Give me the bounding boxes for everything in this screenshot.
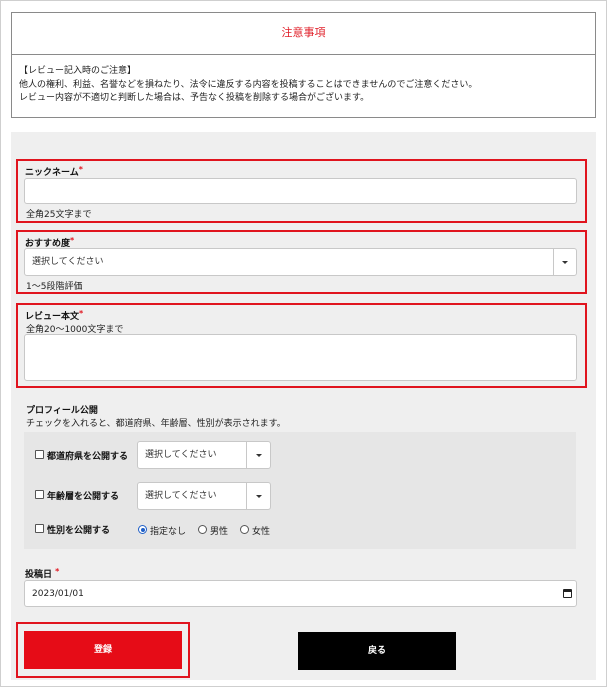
nickname-hint: 全角25文字まで bbox=[26, 210, 92, 220]
gender-radio-male[interactable] bbox=[198, 525, 207, 534]
nickname-label: ニックネーム* bbox=[25, 165, 83, 178]
calendar-icon[interactable] bbox=[563, 589, 572, 598]
required-mark: * bbox=[79, 309, 84, 318]
notice-body: 【レビュー記入時のご注意】 他人の権利、利益、名誉などを損ねたり、法令に違反する… bbox=[12, 55, 595, 106]
recommend-select-value: 選択してください bbox=[32, 257, 104, 267]
prefecture-select-button[interactable] bbox=[246, 442, 270, 468]
gender-radio-female[interactable] bbox=[240, 525, 249, 534]
recommend-select-button[interactable] bbox=[553, 249, 576, 275]
gender-option-label[interactable]: 指定なし bbox=[150, 524, 186, 537]
chevron-down-icon bbox=[255, 495, 262, 498]
notice-title: 注意事項 bbox=[12, 13, 595, 55]
gender-option-label[interactable]: 男性 bbox=[210, 524, 228, 537]
required-mark: * bbox=[70, 236, 75, 245]
notice-box: 注意事項 【レビュー記入時のご注意】 他人の権利、利益、名誉などを損ねたり、法令… bbox=[11, 12, 596, 118]
prefecture-checkbox[interactable] bbox=[35, 450, 44, 459]
notice-line: レビュー内容が不適切と判断した場合は、予告なく投稿を削除する場合がございます。 bbox=[19, 93, 370, 103]
notice-line: 他人の権利、利益、名誉などを損ねたり、法令に違反する内容を投稿することはできませ… bbox=[19, 79, 478, 90]
gender-checkbox[interactable] bbox=[35, 524, 44, 533]
review-textarea[interactable] bbox=[24, 334, 577, 381]
post-date-input[interactable]: 2023/01/01 bbox=[24, 580, 577, 607]
age-label[interactable]: 年齢層を公開する bbox=[47, 489, 119, 502]
age-select[interactable]: 選択してください bbox=[137, 482, 271, 510]
review-label: レビュー本文* bbox=[25, 309, 84, 322]
notice-line: 【レビュー記入時のご注意】 bbox=[19, 66, 137, 76]
prefecture-select[interactable]: 選択してください bbox=[137, 441, 271, 469]
post-date-label: 投稿日 * bbox=[25, 567, 60, 580]
age-checkbox[interactable] bbox=[35, 490, 44, 499]
recommend-hint: 1〜5段階評価 bbox=[26, 282, 83, 292]
required-mark: * bbox=[78, 165, 83, 174]
prefecture-label[interactable]: 都道府県を公開する bbox=[47, 449, 128, 462]
submit-button[interactable]: 登録 bbox=[24, 631, 182, 669]
recommend-select[interactable]: 選択してください bbox=[24, 248, 577, 276]
prefecture-select-value: 選択してください bbox=[145, 450, 217, 460]
chevron-down-icon bbox=[562, 261, 568, 264]
back-button[interactable]: 戻る bbox=[298, 632, 456, 670]
age-select-button[interactable] bbox=[246, 483, 270, 509]
gender-label[interactable]: 性別を公開する bbox=[47, 523, 110, 536]
gender-option-label[interactable]: 女性 bbox=[252, 524, 270, 537]
gender-radio-unspecified[interactable] bbox=[138, 525, 147, 534]
nickname-input[interactable] bbox=[24, 178, 577, 204]
chevron-down-icon bbox=[255, 454, 262, 457]
age-select-value: 選択してください bbox=[145, 491, 217, 501]
required-mark: * bbox=[55, 567, 60, 576]
post-date-value: 2023/01/01 bbox=[32, 589, 84, 599]
profile-description: チェックを入れると、都道府県、年齢層、性別が表示されます。 bbox=[26, 419, 286, 429]
profile-title: プロフィール公開 bbox=[26, 406, 98, 416]
